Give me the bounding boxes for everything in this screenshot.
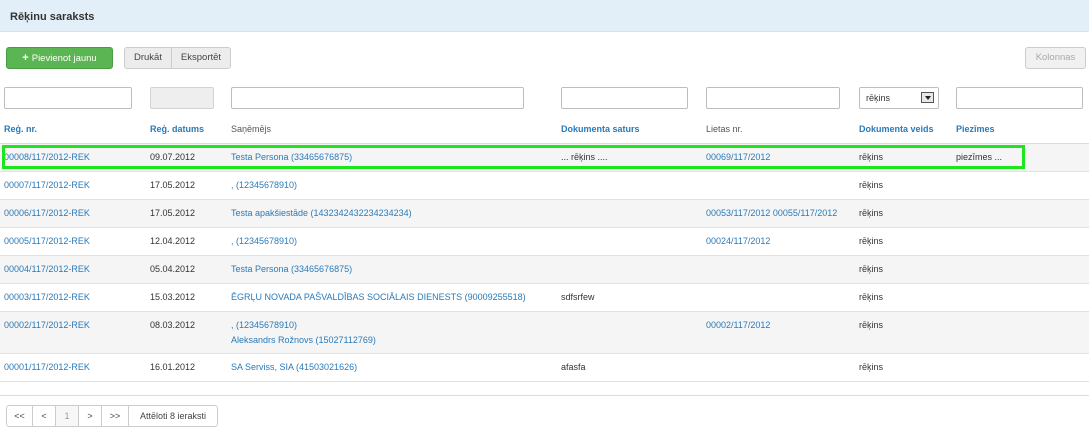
cell-reg-nr[interactable]: 00008/117/2012-REK — [4, 152, 90, 162]
panel-header: Rēķinu saraksts — [0, 0, 1089, 32]
add-new-label: Pievienot jaunu — [31, 53, 97, 64]
print-button[interactable]: Drukāt — [124, 47, 172, 69]
cell-recipient[interactable]: Testa Persona (33465676875) — [231, 264, 352, 274]
filter-case-nr[interactable] — [706, 87, 840, 109]
table-row[interactable]: 00005/117/2012-REK 12.04.2012 , (123456789… — [0, 228, 1089, 256]
cell-doc-type: rēķins — [859, 208, 884, 218]
table-row[interactable]: 00008/117/2012-REK 09.07.2012 Testa Person… — [0, 144, 1089, 172]
cell-reg-date: 17.05.2012 — [150, 180, 196, 190]
cell-recipient[interactable]: SA Serviss, SIA (41503021626) — [231, 362, 357, 372]
table-row[interactable]: 00001/117/2012-REK 16.01.2012 SA Serviss, … — [0, 354, 1089, 382]
table-row[interactable]: 00002/117/2012-REK 08.03.2012 , (123456789… — [0, 312, 1089, 354]
cell-reg-nr[interactable]: 00002/117/2012-REK — [4, 320, 90, 330]
table-row[interactable]: 00007/117/2012-REK 17.05.2012 , (123456789… — [0, 172, 1089, 200]
add-new-button[interactable]: + Pievienot jaunu — [6, 47, 113, 69]
table-row[interactable]: 00004/117/2012-REK 05.04.2012 Testa Person… — [0, 256, 1089, 284]
export-button[interactable]: Eksportēt — [171, 47, 231, 69]
cell-reg-nr[interactable]: 00001/117/2012-REK — [4, 362, 90, 372]
table-row[interactable]: 00006/117/2012-REK 17.05.2012 Testa apakši… — [0, 200, 1089, 228]
cell-reg-date: 17.05.2012 — [150, 208, 196, 218]
filter-notes[interactable] — [956, 87, 1083, 109]
prev-page-button[interactable]: < — [32, 405, 56, 427]
cell-case-nr[interactable]: 00002/117/2012 — [706, 320, 770, 330]
cell-recipient-secondary[interactable]: Aleksandrs Rožnovs (15027112769) — [231, 335, 376, 345]
cell-reg-date: 16.01.2012 — [150, 362, 196, 372]
cell-reg-date: 15.03.2012 — [150, 292, 196, 302]
column-header-doc-type[interactable]: Dokumenta veids — [859, 124, 934, 134]
cell-recipient[interactable]: , (12345678910) — [231, 236, 297, 246]
last-page-button[interactable]: >> — [101, 405, 129, 427]
cell-doc-type: rēķins — [859, 236, 884, 246]
cell-doc-type: rēķins — [859, 362, 884, 372]
cell-reg-nr[interactable]: 00005/117/2012-REK — [4, 236, 90, 246]
cell-reg-nr[interactable]: 00003/117/2012-REK — [4, 292, 90, 302]
filter-reg-nr[interactable] — [4, 87, 132, 109]
cell-reg-date: 08.03.2012 — [150, 320, 196, 330]
records-summary: Attēloti 8 ieraksti — [128, 405, 218, 427]
dropdown-arrow-icon[interactable] — [921, 92, 934, 103]
cell-case-nr[interactable]: 00024/117/2012 — [706, 236, 770, 246]
column-header-doc-content[interactable]: Dokumenta saturs — [561, 124, 640, 134]
cell-recipient[interactable]: , (12345678910) — [231, 180, 297, 190]
column-header-reg-date[interactable]: Reģ. datums — [150, 124, 204, 134]
cell-doc-type: rēķins — [859, 292, 884, 302]
page-title: Rēķinu saraksts — [10, 11, 95, 23]
cell-recipient[interactable]: Testa Persona (33465676875) — [231, 152, 352, 162]
plus-icon: + — [22, 52, 29, 64]
cell-reg-nr[interactable]: 00007/117/2012-REK — [4, 180, 90, 190]
filter-doc-type-select[interactable]: rēķins — [859, 87, 939, 109]
column-header-reg-nr[interactable]: Reģ. nr. — [4, 124, 37, 134]
cell-case-nr[interactable]: 00069/117/2012 — [706, 152, 770, 162]
column-header-case-nr: Lietas nr. — [706, 124, 743, 134]
table-row[interactable]: 00003/117/2012-REK 15.03.2012 ĒGRĻU NOVADA… — [0, 284, 1089, 312]
cell-reg-nr[interactable]: 00006/117/2012-REK — [4, 208, 90, 218]
cell-doc-content: afasfa — [561, 362, 586, 372]
cell-reg-date: 09.07.2012 — [150, 152, 196, 162]
cell-doc-type: rēķins — [859, 264, 884, 274]
filter-reg-date — [150, 87, 214, 109]
cell-reg-date: 05.04.2012 — [150, 264, 196, 274]
first-page-button[interactable]: << — [6, 405, 33, 427]
filter-recipient[interactable] — [231, 87, 524, 109]
cell-doc-content: sdfsrfew — [561, 292, 595, 302]
cell-recipient[interactable]: Testa apakšiestāde (1432342432234234234) — [231, 208, 412, 218]
cell-doc-content: ... rēķins .... — [561, 152, 608, 162]
columns-button[interactable]: Kolonnas — [1025, 47, 1086, 69]
current-page: 1 — [55, 405, 79, 427]
next-page-button[interactable]: > — [78, 405, 102, 427]
filter-doc-content[interactable] — [561, 87, 688, 109]
cell-recipient[interactable]: , (12345678910) — [231, 320, 297, 330]
column-header-recipient: Saņēmējs — [231, 124, 272, 134]
cell-doc-type: rēķins — [859, 152, 884, 162]
filter-doc-type-value: rēķins — [866, 93, 891, 103]
cell-recipient[interactable]: ĒGRĻU NOVADA PAŠVALDĪBAS SOCIĀLAIS DIENE… — [231, 292, 526, 302]
pagination: << < 1 > >> Attēloti 8 ieraksti — [6, 405, 218, 427]
cell-reg-nr[interactable]: 00004/117/2012-REK — [4, 264, 90, 274]
cell-doc-type: rēķins — [859, 320, 884, 330]
cell-notes: piezīmes ... — [956, 152, 1003, 162]
cell-doc-type: rēķins — [859, 180, 884, 190]
cell-reg-date: 12.04.2012 — [150, 236, 196, 246]
table-bottom-divider — [0, 395, 1089, 396]
column-header-notes[interactable]: Piezīmes — [956, 124, 995, 134]
cell-case-nr[interactable]: 00053/117/2012 00055/117/2012 — [706, 208, 837, 218]
